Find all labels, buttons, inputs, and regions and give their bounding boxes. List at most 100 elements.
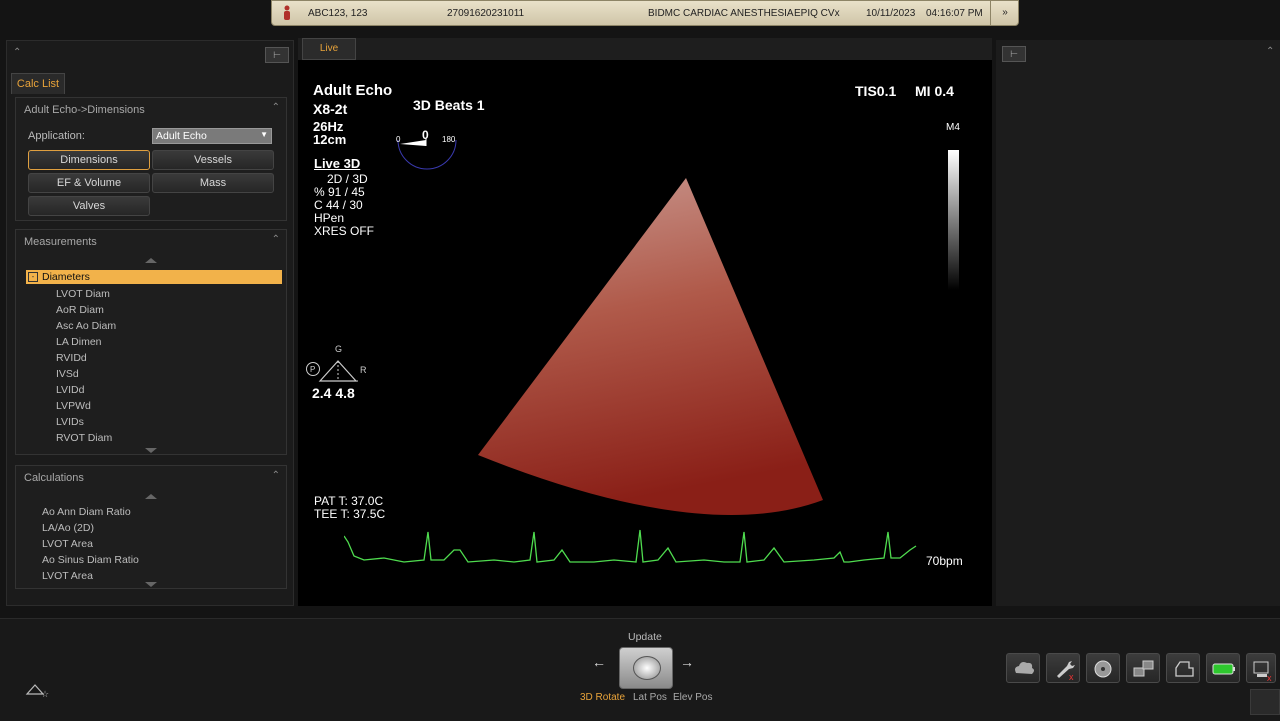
- svg-text:☆: ☆: [41, 690, 49, 699]
- tab-live[interactable]: Live: [302, 38, 356, 60]
- arrow-left-icon[interactable]: ←: [592, 654, 606, 670]
- mass-button[interactable]: Mass: [152, 173, 274, 193]
- dropdown-arrow-icon: ▼: [260, 130, 268, 139]
- section-title: Measurements: [24, 236, 97, 248]
- measurement-group-diameters[interactable]: - Diameters: [26, 270, 282, 284]
- svg-text:x: x: [1069, 672, 1074, 682]
- dimensions-button[interactable]: Dimensions: [28, 150, 150, 170]
- cloud-icon[interactable]: [1006, 653, 1040, 683]
- control-lat-pos[interactable]: Lat Pos: [633, 692, 667, 703]
- calc-panel: ⌃ ⊢ Calc List Adult Echo->Dimensions ⌃ A…: [6, 40, 294, 606]
- list-item[interactable]: LVIDs: [56, 416, 84, 428]
- bottom-control-bar: ☆ Update ← → 3D Rotate Lat Pos Elev Pos …: [0, 618, 1280, 721]
- right-panel: ⊢ ⌃: [996, 40, 1280, 606]
- disc-icon[interactable]: [1086, 653, 1120, 683]
- ecg-trace: [344, 529, 917, 563]
- application-section: Adult Echo->Dimensions ⌃ Application: Ad…: [15, 97, 287, 221]
- pin-icon[interactable]: ⊢: [1002, 46, 1026, 62]
- list-item[interactable]: LVIDd: [56, 384, 84, 396]
- ef-volume-button[interactable]: EF & Volume: [28, 173, 150, 193]
- list-item[interactable]: Asc Ao Diam: [56, 320, 116, 332]
- expand-chevron-icon[interactable]: »: [990, 1, 1019, 25]
- update-label: Update: [628, 631, 662, 643]
- collapse-group-icon[interactable]: -: [28, 272, 38, 282]
- angle-min: 0: [396, 135, 401, 144]
- grayscale-bar: [948, 150, 959, 290]
- svg-text:x: x: [1267, 673, 1272, 683]
- gain-label-r: R: [360, 365, 367, 375]
- section-title: Adult Echo->Dimensions: [24, 104, 145, 116]
- application-value: Adult Echo: [156, 130, 207, 142]
- gain-indicator: G P R: [306, 343, 376, 387]
- collapse-panel-icon[interactable]: ⌃: [1266, 46, 1274, 57]
- image-tab-strip: Live: [298, 38, 992, 60]
- list-item[interactable]: RVIDd: [56, 352, 87, 364]
- section-title: Calculations: [24, 472, 84, 484]
- exam-date: 10/11/2023: [866, 8, 916, 19]
- list-item[interactable]: Ao Ann Diam Ratio: [42, 506, 131, 518]
- list-item[interactable]: LVOT Area: [42, 570, 93, 580]
- pin-icon[interactable]: ⊢: [265, 47, 289, 63]
- scroll-down-icon[interactable]: [145, 582, 157, 587]
- list-item[interactable]: Ao Sinus Diam Ratio: [42, 554, 139, 566]
- gain-values: 2.4 4.8: [312, 385, 355, 401]
- angle-value: 0: [422, 128, 429, 142]
- patient-icon: [284, 5, 290, 20]
- list-item[interactable]: IVSd: [56, 368, 79, 380]
- home-star-icon[interactable]: ☆: [24, 681, 50, 699]
- vessels-button[interactable]: Vessels: [152, 150, 274, 170]
- list-item[interactable]: LA Dimen: [56, 336, 102, 348]
- calculations-section: Calculations ⌃ Ao Ann Diam Ratio LA/Ao (…: [15, 465, 287, 589]
- depth-label: 12cm: [313, 132, 347, 147]
- spare-button[interactable]: [1250, 689, 1280, 715]
- tee-temperature: TEE T: 37.5C: [314, 507, 386, 521]
- volume-render: [478, 178, 823, 515]
- patient-name: ABC123, 123: [308, 8, 368, 19]
- tab-calc-list[interactable]: Calc List: [11, 73, 65, 94]
- trackball-icon[interactable]: [619, 647, 673, 689]
- list-item[interactable]: AoR Diam: [56, 304, 104, 316]
- list-item[interactable]: LVOT Diam: [56, 288, 110, 300]
- printer-icon[interactable]: [1166, 653, 1200, 683]
- angle-max: 180: [442, 135, 456, 144]
- beats-label: 3D Beats 1: [413, 97, 485, 113]
- calculations-list: Ao Ann Diam Ratio LA/Ao (2D) LVOT Area A…: [26, 500, 280, 580]
- collapse-icon[interactable]: ⌃: [272, 470, 280, 481]
- arrow-right-icon[interactable]: →: [680, 654, 694, 670]
- scroll-up-icon[interactable]: [145, 494, 157, 499]
- gain-label-p: P: [310, 365, 316, 374]
- application-select[interactable]: Adult Echo ▼: [152, 128, 272, 144]
- control-elev-pos[interactable]: Elev Pos: [673, 692, 712, 703]
- list-item[interactable]: LVPWd: [56, 400, 91, 412]
- network-icon[interactable]: [1126, 653, 1160, 683]
- scroll-down-icon[interactable]: [145, 448, 157, 453]
- list-item[interactable]: LA/Ao (2D): [42, 522, 94, 534]
- scroll-up-icon[interactable]: [145, 258, 157, 263]
- collapse-icon[interactable]: ⌃: [272, 234, 280, 245]
- list-item[interactable]: LVOT Area: [42, 538, 93, 550]
- collapse-panel-icon[interactable]: ⌃: [13, 47, 21, 58]
- application-label: Application:: [28, 130, 85, 142]
- control-3d-rotate[interactable]: 3D Rotate: [580, 692, 625, 703]
- institution-name: BIDMC CARDIAC ANESTHESIA: [648, 8, 794, 19]
- group-label: Diameters: [42, 271, 90, 283]
- mi-value: MI 0.4: [915, 83, 954, 99]
- ultrasound-image[interactable]: Adult Echo X8-2t 26Hz 12cm 3D Beats 1 0 …: [298, 60, 992, 606]
- wrench-icon[interactable]: x: [1046, 653, 1080, 683]
- list-item[interactable]: RVOT Diam: [56, 432, 112, 444]
- probe-label: X8-2t: [313, 101, 348, 117]
- patient-info-bar: ABC123, 123 27091620231011 BIDMC CARDIAC…: [271, 0, 1019, 26]
- battery-icon: [1206, 653, 1240, 683]
- angle-indicator: 0 0 180: [396, 128, 460, 178]
- exam-time: 04:16:07 PM: [926, 8, 983, 19]
- collapse-icon[interactable]: ⌃: [272, 102, 280, 113]
- monitor-icon[interactable]: x: [1246, 653, 1276, 683]
- system-name: EPIQ CVx: [794, 8, 840, 19]
- tis-value: TIS0.1: [855, 83, 897, 99]
- map-label: M4: [946, 122, 960, 133]
- valves-button[interactable]: Valves: [28, 196, 150, 216]
- patient-id: 27091620231011: [447, 8, 525, 19]
- heart-rate: 70bpm: [926, 554, 963, 568]
- preset-label: Adult Echo: [313, 82, 393, 99]
- param-xres: XRES OFF: [314, 224, 375, 238]
